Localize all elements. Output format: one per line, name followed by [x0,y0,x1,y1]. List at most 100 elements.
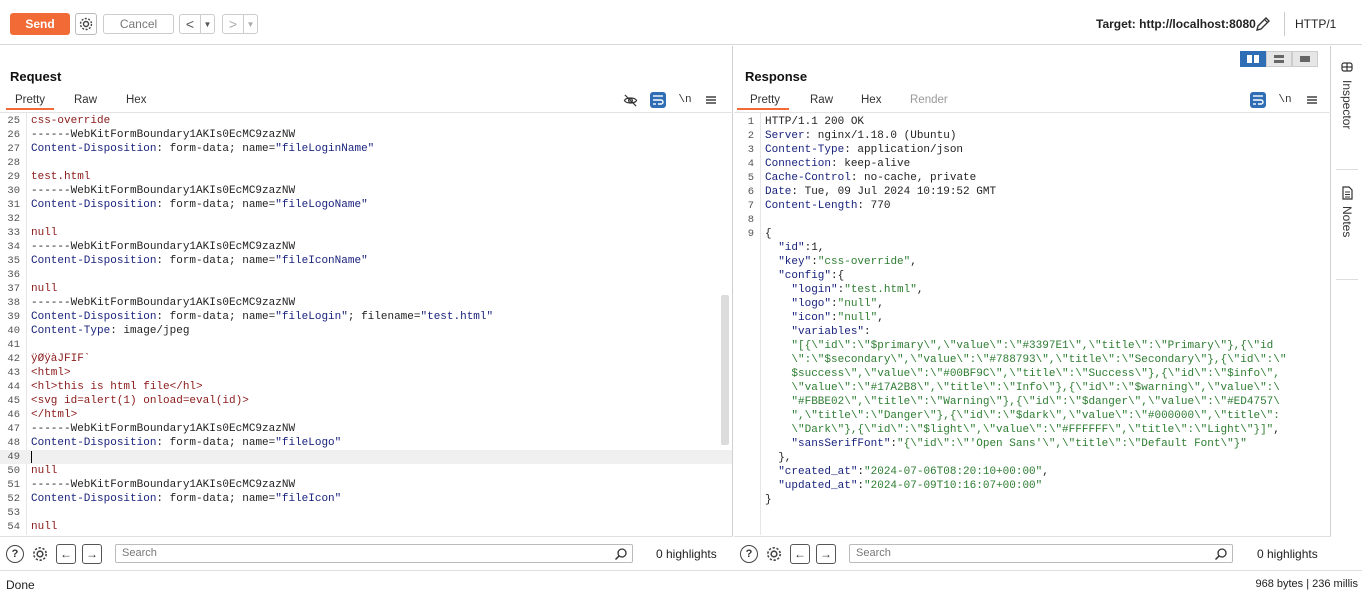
previous-match-button[interactable]: ← [790,544,810,564]
dropdown-arrow-icon[interactable]: ▼ [200,15,214,33]
send-button[interactable]: Send [10,13,70,35]
code-line: 41 [0,338,732,352]
next-match-button[interactable]: → [82,544,102,564]
inspector-tab[interactable]: Inspector [1332,60,1362,129]
code-line: "updated_at":"2024-07-09T10:16:07+00:00" [734,479,1330,493]
code-line: 32 [0,212,732,226]
notes-label: Notes [1340,206,1354,238]
code-line: } [734,493,1330,507]
code-text: ------WebKitFormBoundary1AKIs0EcMC9zazNW [31,184,295,198]
search-input[interactable] [856,547,1196,559]
code-text: null [31,282,57,296]
rows-icon [1274,55,1284,63]
edit-target-button[interactable] [1253,14,1273,34]
code-line: $success\",\"value\":\"#00BF9C\",\"title… [734,367,1330,381]
code-token: "2024-07-06T08:20:10+00:00" [864,466,1043,478]
notes-icon [1342,186,1353,200]
menu-icon[interactable] [703,92,719,108]
code-text: Content-Disposition: form-data; name="fi… [31,436,341,450]
wrap-lines-icon[interactable] [1250,92,1266,108]
inspector-icon [1341,62,1353,72]
code-token: Content-Type [31,325,111,337]
code-line: 44 <hl>this is html file</hl> [0,380,732,394]
gear-icon [79,17,93,31]
request-editor[interactable]: 25 css-override 26 ------WebKitFormBoundary… [0,113,732,535]
code-token: :{ [831,270,845,282]
code-text: HTTP/1.1 200 OK [765,115,864,129]
pencil-icon [1256,17,1270,31]
top-toolbar: Send Cancel < ▼ > ▼ Target: http://local… [0,0,1362,45]
code-line: "key":"css-override", [734,255,1330,269]
layout-split-horizontal-button[interactable] [1266,51,1292,67]
line-number: 26 [7,129,20,141]
menu-icon[interactable] [1304,92,1320,108]
arrow-right-icon: → [86,547,98,561]
code-line: 35 Content-Disposition: form-data; name="… [0,254,732,268]
newline-toggle[interactable]: \n [1277,92,1293,108]
code-line: "icon":"null", [734,311,1330,325]
code-line: "sansSerifFont":"{\"id\":\"'Open Sans'\"… [734,437,1330,451]
layout-tabs-button[interactable] [1292,51,1318,67]
code-line: 42 ÿØÿàJFIF` [0,352,732,366]
search-settings-button[interactable] [31,545,49,563]
code-token: "fileLogoName" [275,199,368,211]
newline-toggle[interactable]: \n [677,92,693,108]
code-text: <hl>this is html file</hl> [31,380,203,394]
tab-hex[interactable]: Hex [126,94,146,108]
request-title: Request [10,69,62,84]
previous-match-button[interactable]: ← [56,544,76,564]
code-token: ------WebKitFormBoundary1AKIs0EcMC9zazNW [31,423,296,435]
back-button[interactable]: < ▼ [179,14,215,34]
code-token: ------WebKitFormBoundary1AKIs0EcMC9zazNW [31,241,296,253]
tab-hex[interactable]: Hex [861,94,881,108]
tab-raw[interactable]: Raw [810,94,833,108]
tab-render[interactable]: Render [910,94,948,108]
highlights-count: 0 highlights [1257,547,1318,561]
code-token: : form-data; name= [156,143,276,155]
code-token: "{\"id\":\"'Open Sans'\",\"title\":\"Def… [897,438,1247,450]
tabs-icon [1300,56,1310,62]
line-number: 29 [7,171,20,183]
notes-tab[interactable]: Notes [1332,186,1362,237]
code-text: <svg id=alert(1) onload=eval(id)> [31,394,249,408]
forward-button[interactable]: > ▼ [222,14,258,34]
search-input[interactable] [122,547,562,559]
code-line: 47 ------WebKitFormBoundary1AKIs0EcMC9zaz… [0,422,732,436]
code-line: "created_at":"2024-07-06T08:20:10+00:00"… [734,465,1330,479]
tab-raw[interactable]: Raw [74,94,97,108]
wrap-lines-icon[interactable] [650,92,666,108]
search-field[interactable] [115,544,633,563]
code-token: <hl>this is html file</hl> [31,381,203,393]
inspector-label: Inspector [1340,80,1354,130]
code-line: }, [734,451,1330,465]
columns-icon [1247,55,1259,63]
status-bar: Done 968 bytes | 236 millis [0,570,1362,595]
code-text: </html> [31,408,77,422]
code-text: "[{\"id\":\"$primary\",\"value\":\"#3397… [765,339,1273,353]
code-text: ",\"title\":\"Danger\"},{\"id\":\"$dark\… [765,409,1280,423]
tab-pretty[interactable]: Pretty [6,94,54,110]
search-settings-button[interactable] [765,545,783,563]
code-token: ; filename= [347,311,421,323]
code-token: : [831,312,838,324]
search-field[interactable] [849,544,1233,563]
layout-split-vertical-button[interactable] [1240,51,1266,67]
response-editor[interactable]: 1 HTTP/1.1 200 OK 2 Server: nginx/1.18.0 (U… [734,113,1330,535]
tab-pretty[interactable]: Pretty [737,94,789,110]
code-line: 4 Connection: keep-alive [734,157,1330,171]
code-text: css-override [31,114,110,128]
code-token: "icon" [765,312,832,324]
hide-icon[interactable] [622,92,638,108]
dropdown-arrow-icon[interactable]: ▼ [243,15,257,33]
http-version[interactable]: HTTP/1 [1295,17,1336,31]
help-icon[interactable]: ? [6,545,24,563]
line-number: 51 [7,479,20,491]
help-icon[interactable]: ? [740,545,758,563]
code-token: : form-data; name= [156,199,276,211]
code-line: 49 [0,450,732,464]
code-line: 30 ------WebKitFormBoundary1AKIs0EcMC9zaz… [0,184,732,198]
cancel-button[interactable]: Cancel [103,14,174,34]
next-match-button[interactable]: → [816,544,836,564]
line-number: 45 [7,395,20,407]
settings-button[interactable] [75,13,97,35]
